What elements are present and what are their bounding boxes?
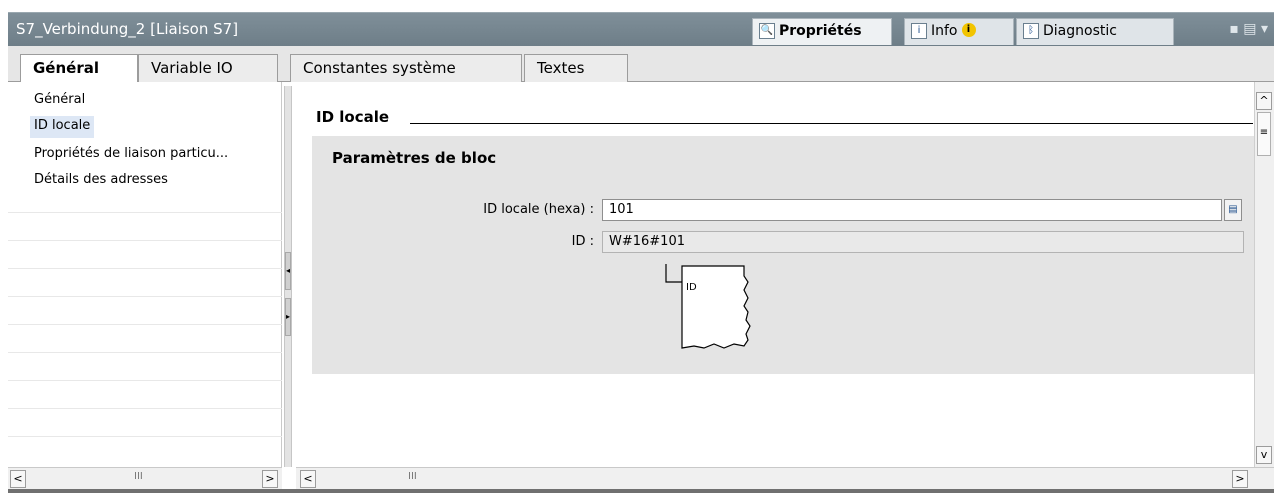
function-block-icon: ID xyxy=(665,264,751,349)
info-list-icon: i xyxy=(911,23,927,39)
section-divider xyxy=(410,123,1253,124)
divider xyxy=(8,296,282,297)
nav-item-details-adresses[interactable]: Détails des adresses xyxy=(30,170,172,192)
divider xyxy=(8,408,282,409)
scroll-thumb[interactable]: ≡ xyxy=(1257,112,1271,156)
id-locale-hexa-input[interactable]: 101 xyxy=(602,199,1222,221)
nav-item-general[interactable]: Général xyxy=(30,90,89,112)
left-horizontal-scrollbar[interactable]: < III > xyxy=(8,467,282,489)
scroll-left-icon[interactable]: < xyxy=(10,470,26,488)
tab-textes[interactable]: Textes xyxy=(524,54,628,82)
scroll-down-icon[interactable]: v xyxy=(1256,446,1272,464)
id-label: ID : xyxy=(571,234,594,249)
inspector-tab-info[interactable]: i Info i xyxy=(904,18,1014,45)
divider xyxy=(8,212,282,213)
tab-constantes-systeme[interactable]: Constantes système xyxy=(290,54,522,82)
tab-general[interactable]: Général xyxy=(20,54,138,83)
diagram-id-label: ID xyxy=(686,282,697,293)
param-box-title: Paramètres de bloc xyxy=(332,149,497,167)
scroll-left-icon[interactable]: < xyxy=(300,470,316,488)
divider xyxy=(8,324,282,325)
navigation-tree: Général ID locale Propriétés de liaison … xyxy=(8,82,282,467)
section-title: ID locale xyxy=(316,108,390,126)
input-options-icon[interactable]: ▤ xyxy=(1224,199,1242,221)
divider xyxy=(8,436,282,437)
scroll-thumb[interactable]: III xyxy=(134,471,143,482)
window-border xyxy=(8,489,1274,493)
panel-splitter[interactable]: ◂ ▸ xyxy=(284,86,292,467)
nav-item-id-locale[interactable]: ID locale xyxy=(30,116,95,138)
info-icon: i xyxy=(961,23,976,37)
divider xyxy=(8,240,282,241)
block-parameters-box: Paramètres de bloc ID locale (hexa) : 10… xyxy=(312,136,1254,374)
properties-icon: 🔍 xyxy=(759,23,775,39)
block-diagram: ID xyxy=(664,260,756,360)
scroll-up-icon[interactable]: ^ xyxy=(1256,92,1272,110)
collapse-left-icon[interactable]: ◂ xyxy=(285,252,291,290)
scroll-thumb[interactable]: III xyxy=(408,471,417,482)
window-title: S7_Verbindung_2 [Liaison S7] xyxy=(16,20,239,38)
divider xyxy=(8,268,282,269)
main-panel: ID locale Paramètres de bloc ID locale (… xyxy=(296,82,1254,467)
main-horizontal-scrollbar[interactable]: < III > xyxy=(296,467,1274,489)
expand-right-icon[interactable]: ▸ xyxy=(285,298,291,336)
window-controls[interactable]: ▪ ▤ ▾ xyxy=(1229,21,1268,37)
inspector-title-bar: S7_Verbindung_2 [Liaison S7] 🔍 Propriété… xyxy=(8,12,1274,46)
id-readonly-field: W#16#101 xyxy=(602,231,1244,253)
tab-variable-io[interactable]: Variable IO xyxy=(138,54,278,82)
inspector-tab-label: Diagnostic xyxy=(1043,23,1117,39)
divider xyxy=(8,380,282,381)
scroll-right-icon[interactable]: > xyxy=(1232,470,1248,488)
tab-strip: Général Variable IO Constantes système T… xyxy=(8,46,1274,83)
nav-item-proprietes-liaison[interactable]: Propriétés de liaison particu... xyxy=(30,144,232,166)
inspector-tab-label: Propriétés xyxy=(779,23,862,39)
inspector-tab-diagnostic[interactable]: ᛒ Diagnostic xyxy=(1016,18,1174,45)
scroll-right-icon[interactable]: > xyxy=(262,470,278,488)
main-vertical-scrollbar[interactable]: ^ ≡ v xyxy=(1254,82,1274,467)
inspector-tab-properties[interactable]: 🔍 Propriétés xyxy=(752,18,892,45)
id-locale-hexa-label: ID locale (hexa) : xyxy=(483,202,594,217)
inspector-tab-label: Info xyxy=(931,23,958,39)
divider xyxy=(8,352,282,353)
diagnostic-icon: ᛒ xyxy=(1023,23,1039,39)
